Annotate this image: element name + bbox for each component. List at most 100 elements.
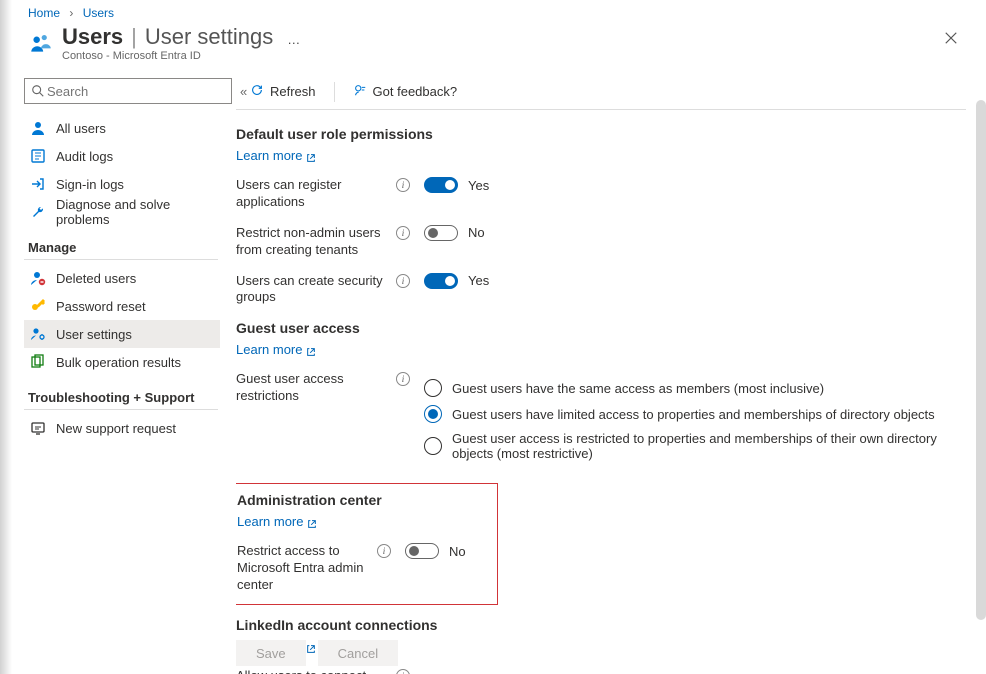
feedback-icon (353, 83, 367, 100)
info-icon[interactable]: i (377, 544, 391, 558)
sidebar-item-new-support-request[interactable]: New support request (24, 414, 220, 442)
page-title-main: Users (62, 24, 123, 50)
command-bar: Refresh Got feedback? (236, 74, 966, 110)
sidebar-section-support: Troubleshooting + Support (24, 376, 218, 410)
label-restrict-tenants: Restrict non-admin users from creating t… (236, 225, 396, 259)
sidebar-item-label: New support request (56, 421, 176, 436)
label-register-apps: Users can register applications (236, 177, 396, 211)
sidebar-item-label: Bulk operation results (56, 355, 181, 370)
toggle-restrict-tenants-value: No (468, 225, 485, 240)
sidebar-item-bulk-operation-results[interactable]: Bulk operation results (24, 348, 220, 376)
user-gear-icon (30, 326, 46, 342)
radio-icon[interactable] (424, 379, 442, 397)
section-guest-title: Guest user access (236, 320, 966, 336)
search-box[interactable] (24, 78, 232, 104)
label-restrict-admin-center: Restrict access to Microsoft Entra admin… (237, 543, 377, 594)
toggle-create-groups-value: Yes (468, 273, 489, 288)
sidebar: « All usersAudit logsSign-in logsDiagnos… (0, 74, 224, 674)
breadcrumb-users[interactable]: Users (83, 6, 114, 20)
guest-access-option-2[interactable]: Guest user access is restricted to prope… (424, 431, 966, 461)
deleted-user-icon (30, 270, 46, 286)
label-create-groups: Users can create security groups (236, 273, 396, 307)
learn-more-default-perms[interactable]: Learn more (236, 148, 316, 163)
bulk-icon (30, 354, 46, 370)
page-subtitle: Contoso - Microsoft Entra ID (62, 50, 300, 62)
log-icon (30, 148, 46, 164)
label-guest-restrictions: Guest user access restrictions (236, 371, 396, 405)
label-linkedin: Allow users to connect their work or sch… (236, 668, 396, 674)
search-icon (31, 84, 45, 98)
sidebar-item-label: All users (56, 121, 106, 136)
sidebar-item-label: Diagnose and solve problems (56, 197, 214, 227)
info-icon[interactable]: i (396, 372, 410, 386)
content-pane: Refresh Got feedback? Default user role … (224, 74, 986, 674)
learn-more-guest[interactable]: Learn more (236, 342, 316, 357)
external-link-icon (307, 517, 317, 527)
user-icon (30, 120, 46, 136)
learn-more-admin-center[interactable]: Learn more (237, 514, 317, 529)
guest-access-option-1[interactable]: Guest users have limited access to prope… (424, 405, 966, 423)
row-restrict-tenants: Restrict non-admin users from creating t… (236, 225, 966, 259)
users-page-icon (28, 30, 54, 56)
info-icon[interactable]: i (396, 178, 410, 192)
sidebar-item-audit-logs[interactable]: Audit logs (24, 142, 220, 170)
highlighted-admin-center: Administration center Learn more Restric… (236, 483, 498, 605)
learn-more-label: Learn more (237, 514, 303, 529)
radio-label: Guest users have the same access as memb… (452, 381, 824, 396)
external-link-icon (306, 345, 316, 355)
radio-label: Guest user access is restricted to prope… (452, 431, 966, 461)
section-default-perms-title: Default user role permissions (236, 126, 966, 142)
sidebar-item-label: Password reset (56, 299, 146, 314)
feedback-label: Got feedback? (373, 84, 458, 99)
search-input[interactable] (45, 83, 225, 100)
cancel-button[interactable]: Cancel (318, 640, 398, 666)
info-icon[interactable]: i (396, 669, 410, 674)
sidebar-section-manage: Manage (24, 226, 218, 260)
breadcrumb-home[interactable]: Home (28, 6, 60, 20)
sidebar-item-password-reset[interactable]: Password reset (24, 292, 220, 320)
command-separator (334, 82, 335, 102)
save-button[interactable]: Save (236, 640, 306, 666)
learn-more-label: Learn more (236, 148, 302, 163)
page-header: Users | User settings … Contoso - Micros… (0, 24, 986, 74)
sidebar-item-user-settings[interactable]: User settings (24, 320, 220, 348)
chevron-right-icon: › (63, 6, 79, 20)
toggle-register-apps[interactable]: Yes (424, 177, 489, 193)
sidebar-item-label: Sign-in logs (56, 177, 124, 192)
feedback-button[interactable]: Got feedback? (343, 77, 468, 107)
learn-more-label: Learn more (236, 342, 302, 357)
external-link-icon (306, 151, 316, 161)
section-admin-center-title: Administration center (237, 492, 485, 508)
row-guest-restrictions: Guest user access restrictions i Guest u… (236, 371, 966, 469)
more-actions-button[interactable]: … (273, 32, 300, 47)
close-button[interactable] (936, 24, 966, 55)
sidebar-item-all-users[interactable]: All users (24, 114, 220, 142)
refresh-button[interactable]: Refresh (240, 77, 326, 107)
toggle-restrict-tenants[interactable]: No (424, 225, 485, 241)
row-register-apps: Users can register applications i Yes (236, 177, 966, 211)
sidebar-item-label: Audit logs (56, 149, 113, 164)
info-icon[interactable]: i (396, 274, 410, 288)
row-create-groups: Users can create security groups i Yes (236, 273, 966, 307)
section-linkedin-title: LinkedIn account connections (236, 617, 966, 633)
guest-access-option-0[interactable]: Guest users have the same access as memb… (424, 379, 966, 397)
signin-icon (30, 176, 46, 192)
footer-actions: Save Cancel (236, 640, 398, 666)
info-icon[interactable]: i (396, 226, 410, 240)
radio-icon[interactable] (424, 437, 442, 455)
title-divider: | (123, 24, 145, 50)
sidebar-item-label: Deleted users (56, 271, 136, 286)
refresh-label: Refresh (270, 84, 316, 99)
key-icon (30, 298, 46, 314)
support-icon (30, 420, 46, 436)
sidebar-item-deleted-users[interactable]: Deleted users (24, 264, 220, 292)
toggle-restrict-admin-center[interactable]: No (405, 543, 466, 559)
radio-icon[interactable] (424, 405, 442, 423)
page-title-sub: User settings (145, 24, 273, 50)
sidebar-item-diagnose-and-solve-problems[interactable]: Diagnose and solve problems (24, 198, 220, 226)
toggle-create-groups[interactable]: Yes (424, 273, 489, 289)
radio-label: Guest users have limited access to prope… (452, 407, 935, 422)
sidebar-item-sign-in-logs[interactable]: Sign-in logs (24, 170, 220, 198)
row-restrict-admin-center: Restrict access to Microsoft Entra admin… (237, 543, 485, 594)
refresh-icon (250, 83, 264, 100)
